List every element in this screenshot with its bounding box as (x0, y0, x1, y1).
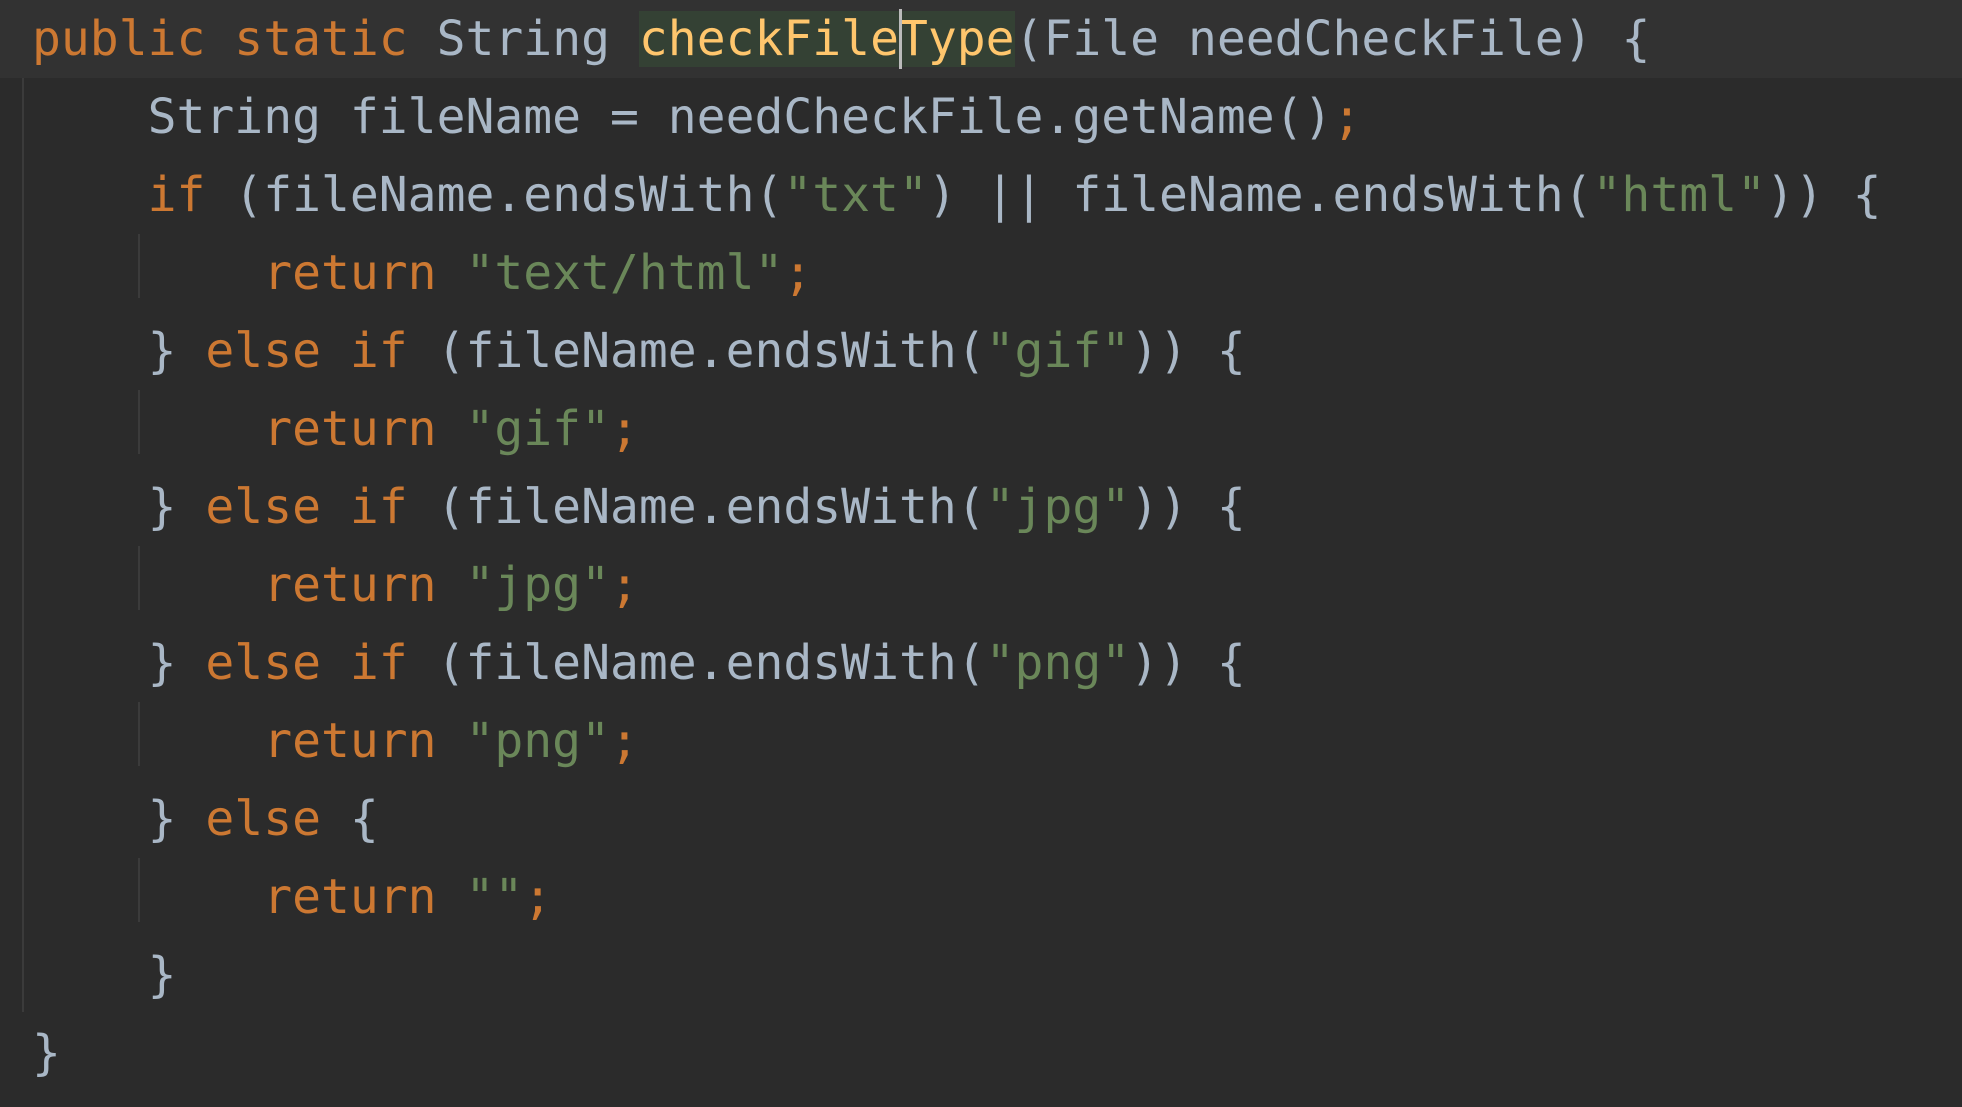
token-kw: else if (205, 479, 408, 535)
token-punc (610, 11, 639, 67)
token-semi: ; (609, 401, 639, 457)
token-punc (32, 713, 263, 769)
text-caret (898, 9, 902, 69)
token-punc: )) { (1130, 479, 1246, 535)
token-punc (32, 557, 263, 613)
token-semi: ; (783, 245, 813, 301)
token-punc: } (32, 1025, 61, 1081)
token-punc: } (32, 791, 206, 847)
token-id: (fileName.endsWith( (205, 167, 784, 223)
token-id: (fileName.endsWith( (407, 323, 986, 379)
code-line-14[interactable]: } (0, 1014, 1962, 1092)
code-line-10[interactable]: return "png"; (0, 702, 1962, 780)
token-str: "jpg" (985, 479, 1131, 535)
code-editor[interactable]: public static String checkFileType(File … (0, 0, 1962, 1107)
token-punc (32, 869, 263, 925)
token-semi: ; (1332, 89, 1362, 145)
code-line-11[interactable]: } else { (0, 780, 1962, 858)
token-str: "txt" (783, 167, 928, 223)
token-str: "jpg" (465, 557, 610, 613)
token-punc (205, 11, 234, 67)
token-punc: )) { (1765, 167, 1882, 223)
code-line-5[interactable]: } else if (fileName.endsWith("gif")) { (0, 312, 1962, 390)
token-punc (437, 557, 466, 613)
indent-guide-if-4 (138, 702, 140, 766)
token-semi: ; (609, 713, 639, 769)
token-kw: else if (205, 635, 408, 691)
code-line-12[interactable]: return ""; (0, 858, 1962, 936)
token-str: "gif" (465, 401, 610, 457)
token-punc: { (320, 791, 379, 847)
code-line-1[interactable]: public static String checkFileType(File … (0, 0, 1962, 78)
token-kw: return (263, 245, 437, 301)
token-punc: } (32, 479, 206, 535)
token-str: "png" (465, 713, 610, 769)
code-line-2[interactable]: String fileName = needCheckFile.getName(… (0, 78, 1962, 156)
code-line-9[interactable]: } else if (fileName.endsWith("png")) { (0, 624, 1962, 702)
token-punc: } (32, 323, 206, 379)
token-id: (fileName.endsWith( (407, 635, 986, 691)
token-semi: ; (609, 557, 639, 613)
token-punc: } (32, 635, 206, 691)
indent-guide-if-3 (138, 546, 140, 610)
indent-guide-if-1 (138, 234, 140, 298)
code-line-4[interactable]: return "text/html"; (0, 234, 1962, 312)
token-punc (437, 869, 466, 925)
token-id: String (436, 11, 610, 67)
token-kw: static (234, 11, 408, 67)
token-punc (437, 401, 466, 457)
indent-guide-method (22, 78, 24, 1012)
token-punc (437, 713, 466, 769)
token-kw: return (263, 557, 437, 613)
token-str: "gif" (985, 323, 1131, 379)
token-punc: )) { (1130, 323, 1246, 379)
token-kw: return (263, 713, 437, 769)
token-kw: if (147, 167, 206, 223)
token-punc (32, 401, 263, 457)
token-punc: } (32, 947, 177, 1003)
token-id: ) || fileName.endsWith( (927, 167, 1593, 223)
token-punc (437, 245, 466, 301)
token-punc (32, 245, 263, 301)
token-kw: return (263, 401, 437, 457)
code-line-8[interactable]: return "jpg"; (0, 546, 1962, 624)
token-punc (32, 167, 148, 223)
token-kw: else (205, 791, 321, 847)
token-punc (408, 11, 437, 67)
token-id: String fileName = needCheckFile.getName(… (32, 89, 1333, 145)
code-line-3[interactable]: if (fileName.endsWith("txt") || fileName… (0, 156, 1962, 234)
code-line-6[interactable]: return "gif"; (0, 390, 1962, 468)
indent-guide-else (138, 858, 140, 922)
token-str: "png" (985, 635, 1131, 691)
token-id: (fileName.endsWith( (407, 479, 986, 535)
token-punc: )) { (1130, 635, 1246, 691)
code-line-7[interactable]: } else if (fileName.endsWith("jpg")) { (0, 468, 1962, 546)
token-semi: ; (523, 869, 553, 925)
token-str: "html" (1592, 167, 1766, 223)
token-fn: checkFileType (638, 11, 1015, 67)
token-kw: else if (205, 323, 408, 379)
token-str: "" (465, 869, 524, 925)
token-kw: return (263, 869, 437, 925)
token-kw: public (32, 11, 206, 67)
token-str: "text/html" (465, 245, 784, 301)
token-punc: (File needCheckFile) { (1014, 11, 1651, 67)
indent-guide-if-2 (138, 390, 140, 454)
code-line-13[interactable]: } (0, 936, 1962, 1014)
